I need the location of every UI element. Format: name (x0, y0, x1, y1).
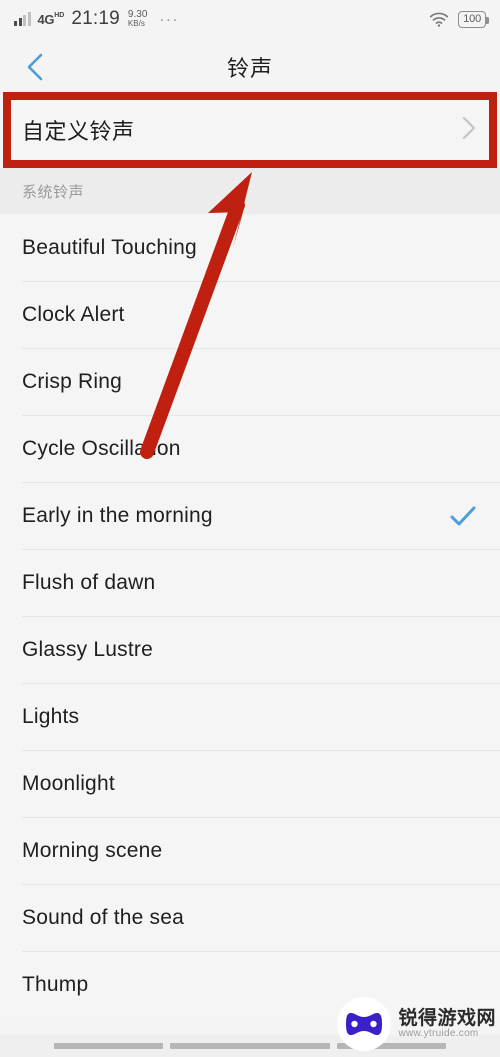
ringtone-row[interactable]: Beautiful Touching (0, 214, 500, 281)
chevron-right-icon (460, 113, 478, 148)
battery-indicator: 100 (458, 10, 489, 28)
ringtone-row[interactable]: Crisp Ring (0, 348, 500, 415)
ringtone-name: Moonlight (22, 771, 115, 795)
gamepad-icon (346, 1013, 383, 1035)
ringtone-name: Cycle Oscillation (22, 436, 181, 460)
watermark-site-url: www.ytruide.com (398, 1027, 479, 1039)
custom-ringtone-label: 自定义铃声 (22, 119, 135, 144)
ringtone-row[interactable]: Clock Alert (0, 281, 500, 348)
section-header-label: 系统铃声 (22, 183, 85, 201)
ringtone-name: Flush of dawn (22, 570, 156, 594)
ringtone-name: Thump (22, 972, 89, 996)
ringtone-name: Beautiful Touching (22, 235, 197, 259)
ringtone-list[interactable]: Beautiful Touching Clock Alert Crisp Ring C… (0, 214, 500, 1018)
status-bar-right: 100 (429, 10, 489, 28)
ringtone-row[interactable]: Moonlight (0, 750, 500, 817)
custom-ringtone-row[interactable]: 自定义铃声 (0, 100, 500, 160)
nav-home-indicator[interactable] (170, 1043, 330, 1049)
status-bar-left: 4G HD 21:19 9.30 KB/s ··· (14, 8, 179, 30)
status-bar-clock: 21:19 (71, 8, 120, 29)
site-watermark: 锐得游戏网 www.ytruide.com (337, 997, 496, 1051)
status-overflow-icon: ··· (159, 10, 179, 28)
network-speed: 9.30 KB/s (128, 10, 147, 28)
page-title: 铃声 (226, 55, 273, 81)
ringtone-row[interactable]: Glassy Lustre (0, 616, 500, 683)
ringtone-name: Sound of the sea (22, 905, 184, 929)
network-label: 4G (37, 11, 55, 27)
ringtone-row[interactable]: Morning scene (0, 817, 500, 884)
network-hd-badge: HD (54, 11, 65, 19)
ringtone-name: Glassy Lustre (22, 637, 153, 661)
wifi-icon (430, 12, 449, 27)
section-header-system-ringtones: 系统铃声 (0, 168, 500, 214)
watermark-site-name: 锐得游戏网 (398, 1007, 496, 1029)
app-header: 铃声 (0, 38, 500, 95)
ringtone-name: Crisp Ring (22, 369, 123, 393)
back-button[interactable] (18, 50, 52, 84)
ringtone-row[interactable]: Early in the morning (0, 482, 500, 549)
ringtone-name: Morning scene (22, 838, 163, 862)
watermark-text: 锐得游戏网 www.ytruide.com (398, 1007, 496, 1039)
battery-level: 100 (463, 13, 481, 25)
ringtone-row[interactable]: Sound of the sea (0, 884, 500, 951)
ringtone-name: Clock Alert (22, 302, 125, 326)
ringtone-name: Lights (22, 704, 80, 728)
ringtone-row[interactable]: Cycle Oscillation (0, 415, 500, 482)
ringtone-row[interactable]: Lights (0, 683, 500, 750)
nav-back-indicator[interactable] (54, 1043, 164, 1049)
network-type: 4G HD (37, 11, 65, 27)
ringtone-name: Early in the morning (22, 503, 213, 527)
chevron-left-icon (27, 53, 43, 80)
watermark-logo-badge (337, 997, 392, 1051)
status-bar: 4G HD 21:19 9.30 KB/s ··· 100 (0, 0, 500, 38)
network-speed-unit: KB/s (127, 19, 145, 28)
selected-checkmark-icon (448, 504, 478, 528)
phone-screen: 4G HD 21:19 9.30 KB/s ··· 100 铃声 自定义铃声 系… (0, 0, 500, 1057)
ringtone-row[interactable]: Flush of dawn (0, 549, 500, 616)
signal-bars-icon (14, 11, 31, 26)
